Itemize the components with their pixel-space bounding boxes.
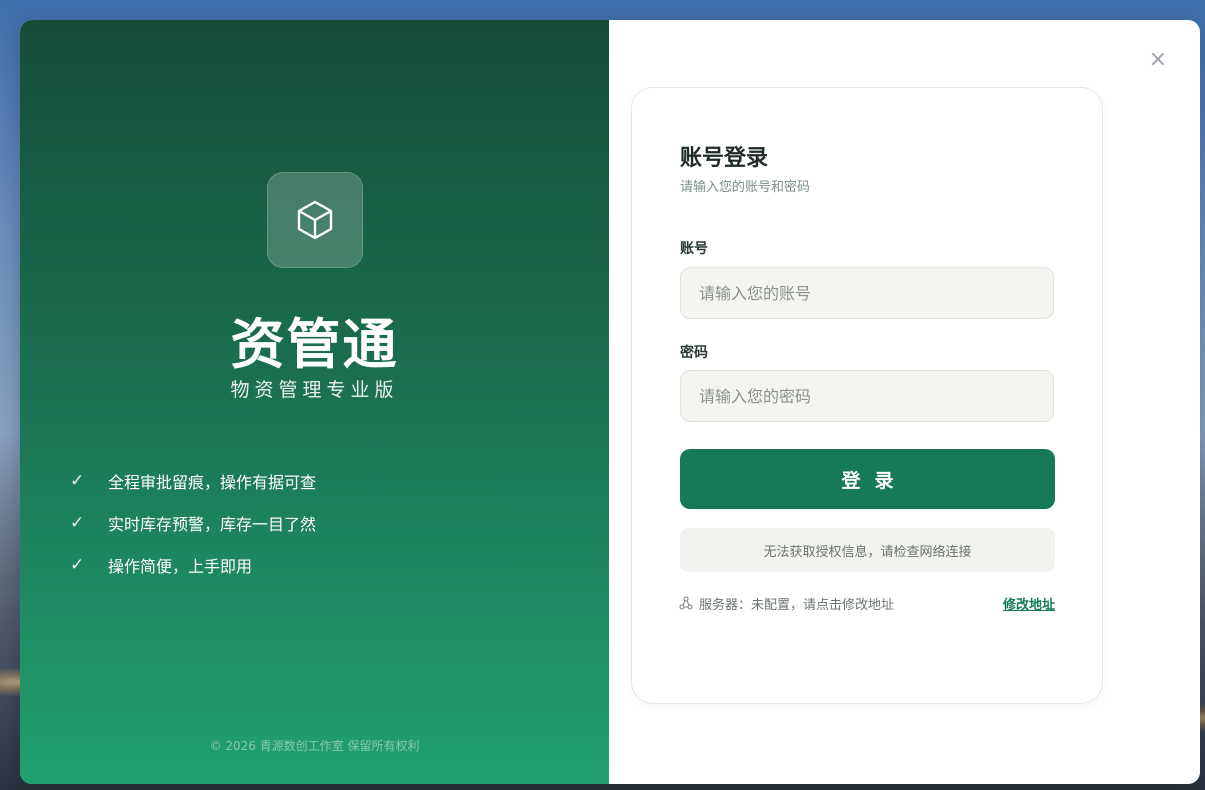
check-icon: ✓	[70, 471, 85, 491]
close-icon: ×	[1148, 47, 1168, 72]
password-input[interactable]	[680, 370, 1054, 422]
modify-address-link[interactable]: 修改地址	[1003, 594, 1055, 613]
app-name: 资管通	[230, 313, 399, 376]
feature-text: 实时库存预警，库存一目了然	[108, 515, 317, 534]
auth-error-text: 无法获取授权信息，请检查网络连接	[763, 544, 972, 560]
app-edition: 物资管理专业版	[230, 379, 399, 401]
account-input[interactable]	[680, 267, 1054, 319]
server-status-row: 服务器：未配置，请点击修改地址 修改地址	[679, 593, 1055, 613]
login-window: 资管通 物资管理专业版 ✓ 全程审批留痕，操作有据可查 ✓ 实时库存预警，库存一…	[20, 20, 1200, 784]
login-button[interactable]: 登录	[680, 449, 1055, 509]
auth-error-notice: 无法获取授权信息，请检查网络连接	[680, 528, 1055, 572]
login-subtitle: 请输入您的账号和密码	[680, 180, 811, 195]
cube-icon	[297, 200, 333, 240]
feature-item: ✓ 实时库存预警，库存一目了然	[70, 502, 316, 544]
copyright-text: © 2026 青源数创工作室 保留所有权利	[209, 739, 420, 753]
feature-item: ✓ 操作简便，上手即用	[70, 544, 316, 586]
feature-text: 操作简便，上手即用	[108, 557, 253, 576]
brand-panel: 资管通 物资管理专业版 ✓ 全程审批留痕，操作有据可查 ✓ 实时库存预警，库存一…	[20, 20, 609, 784]
account-label: 账号	[680, 241, 708, 257]
feature-item: ✓ 全程审批留痕，操作有据可查	[70, 460, 316, 502]
feature-list: ✓ 全程审批留痕，操作有据可查 ✓ 实时库存预警，库存一目了然 ✓ 操作简便，上…	[70, 460, 316, 586]
close-button[interactable]: ×	[1148, 48, 1168, 72]
check-icon: ✓	[70, 555, 85, 575]
login-card: 账号登录 请输入您的账号和密码 账号 密码 登录 无法获取授权信息，请检查网络连…	[631, 87, 1103, 704]
app-logo	[267, 172, 363, 268]
check-icon: ✓	[70, 513, 85, 533]
feature-text: 全程审批留痕，操作有据可查	[108, 473, 317, 492]
password-label: 密码	[680, 345, 708, 361]
login-title: 账号登录	[680, 146, 769, 171]
network-icon	[679, 596, 693, 610]
server-status-text: 服务器：未配置，请点击修改地址	[699, 597, 895, 613]
